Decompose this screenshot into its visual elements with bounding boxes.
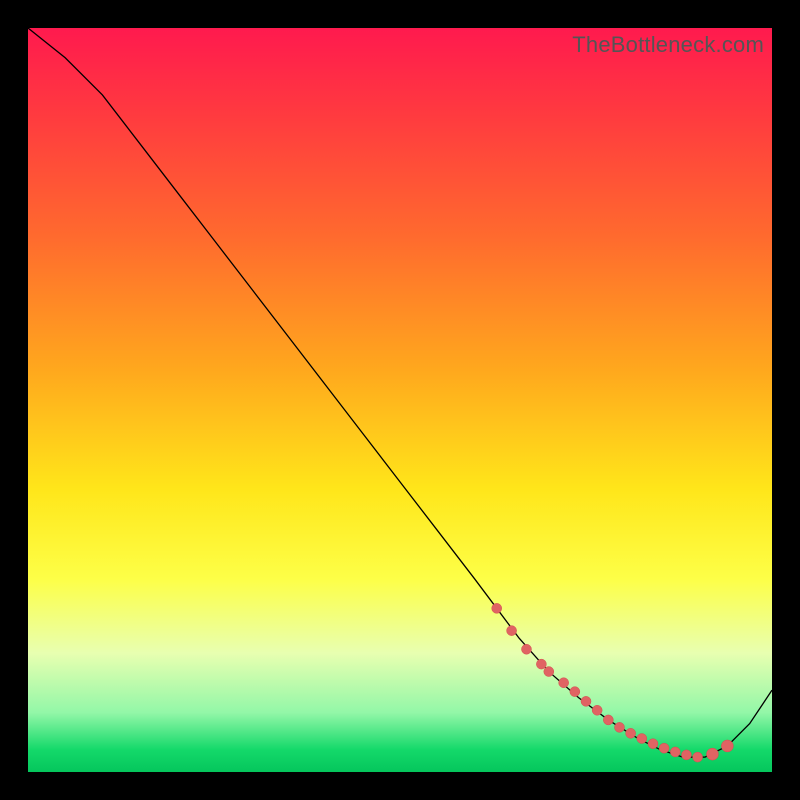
highlight-point bbox=[581, 696, 591, 706]
highlight-point bbox=[670, 747, 680, 757]
chart-overlay bbox=[28, 28, 772, 772]
highlight-point bbox=[659, 743, 669, 753]
highlight-point bbox=[544, 667, 554, 677]
highlight-point bbox=[559, 678, 569, 688]
highlight-point bbox=[570, 687, 580, 697]
highlight-point bbox=[681, 750, 691, 760]
highlight-point bbox=[693, 752, 703, 762]
highlight-point bbox=[592, 705, 602, 715]
marker-group bbox=[492, 603, 734, 762]
figure-canvas: TheBottleneck.com bbox=[0, 0, 800, 800]
highlight-point bbox=[492, 603, 502, 613]
highlight-point bbox=[507, 626, 517, 636]
highlight-point bbox=[648, 739, 658, 749]
plot-area: TheBottleneck.com bbox=[28, 28, 772, 772]
highlight-point bbox=[536, 659, 546, 669]
highlight-point bbox=[614, 722, 624, 732]
highlight-point bbox=[721, 740, 733, 752]
highlight-point bbox=[521, 644, 531, 654]
bottleneck-curve bbox=[28, 28, 772, 757]
highlight-point bbox=[603, 715, 613, 725]
highlight-point bbox=[706, 748, 718, 760]
highlight-point bbox=[626, 728, 636, 738]
highlight-point bbox=[637, 734, 647, 744]
